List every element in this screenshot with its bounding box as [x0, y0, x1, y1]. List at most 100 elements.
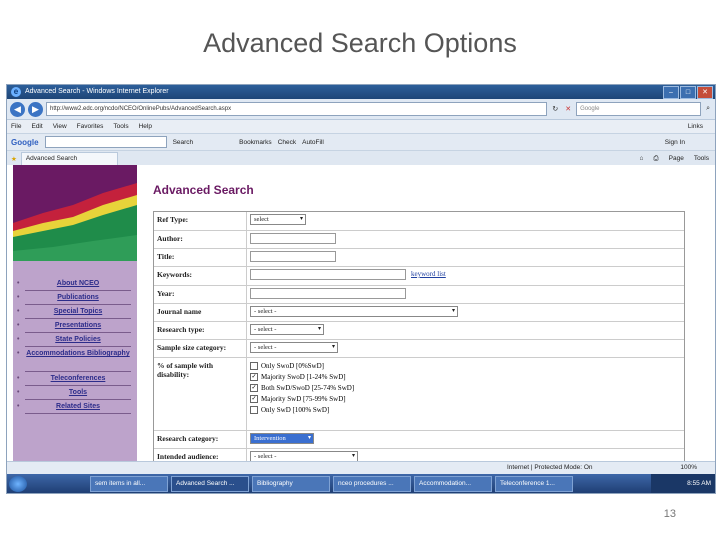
author-input[interactable]	[250, 233, 336, 244]
disability-option[interactable]: ✓ Majority SwoD [1-24% SwD]	[250, 371, 681, 382]
start-button[interactable]	[9, 475, 27, 492]
sidebar-item-state-policies[interactable]: State Policies	[17, 333, 131, 347]
sidebar-item-presentations[interactable]: Presentations	[17, 319, 131, 333]
year-label: Year:	[154, 286, 247, 303]
minimize-button[interactable]: –	[663, 86, 679, 99]
sidebar-item-publications[interactable]: Publications	[17, 291, 131, 305]
page-content: About NCEO Publications Special Topics P…	[7, 165, 715, 466]
keyword-list-link[interactable]: keyword list	[411, 270, 446, 278]
windows-taskbar: sem items in all... Advanced Search ... …	[7, 474, 715, 493]
research-type-value: - select -	[254, 326, 277, 333]
system-clock: 8:55 AM	[651, 474, 715, 493]
zoom-level[interactable]: 100%	[680, 462, 697, 474]
window-title: Advanced Search - Windows Internet Explo…	[25, 88, 169, 95]
stop-icon[interactable]: ✕	[563, 105, 573, 113]
ref-type-value: select	[254, 216, 269, 223]
search-icon[interactable]: ⌕	[704, 105, 712, 113]
audience-value: - select -	[254, 453, 277, 460]
autofill-button[interactable]: AutoFill	[302, 139, 324, 146]
dropdown-arrow-icon: ▾	[351, 453, 355, 459]
status-bar: Internet | Protected Mode: On 100%	[7, 461, 715, 474]
checkbox[interactable]: ✓	[250, 372, 258, 381]
address-row: ◀ ▶ http://www2.edc.org/ncdo/NCEO/Online…	[7, 99, 715, 120]
favorites-star-icon[interactable]: ★	[11, 155, 17, 163]
advanced-search-form: Ref Type: select ▾ Author: Title: Keyword…	[153, 211, 685, 466]
sidebar-item-related-sites[interactable]: Related Sites	[17, 400, 131, 414]
search-main: Advanced Search Ref Type: select ▾ Author…	[149, 165, 689, 466]
menu-tools[interactable]: Tools	[113, 123, 128, 130]
sidebar-item-teleconferences[interactable]: Teleconferences	[17, 372, 131, 386]
disability-option[interactable]: Only SwD [100% SwD]	[250, 404, 681, 415]
address-bar[interactable]: http://www2.edc.org/ncdo/NCEO/OnlinePubs…	[46, 102, 548, 116]
sidebar-item-about[interactable]: About NCEO	[17, 277, 131, 291]
disability-option[interactable]: Only SwoD [0%SwD]	[250, 360, 681, 371]
check-button[interactable]: Check	[278, 139, 296, 146]
home-icon[interactable]: ⌂	[639, 155, 643, 163]
print-icon[interactable]: ⎙	[653, 155, 658, 163]
security-zone: Internet | Protected Mode: On	[507, 464, 593, 471]
tools-menu[interactable]: Tools	[694, 155, 709, 163]
taskbar-item[interactable]: Accommodation...	[414, 475, 492, 492]
dropdown-arrow-icon: ▾	[451, 308, 455, 314]
sidebar-item-tools[interactable]: Tools	[17, 386, 131, 400]
menu-view[interactable]: View	[53, 123, 67, 130]
maximize-button[interactable]: □	[680, 86, 696, 99]
taskbar-item[interactable]: Teleconference 1...	[495, 475, 573, 492]
checkbox[interactable]: ✓	[250, 394, 258, 403]
dropdown-arrow-icon: ▾	[317, 326, 321, 332]
google-search-button[interactable]: Search	[173, 139, 194, 146]
sidebar-item-accommodations[interactable]: Accommodations Bibliography	[17, 347, 131, 372]
sample-size-label: Sample size category:	[154, 340, 247, 357]
year-input[interactable]	[250, 288, 406, 299]
research-category-select[interactable]: Intervention ▾	[250, 433, 314, 444]
journal-label: Journal name	[154, 304, 247, 321]
ref-type-select[interactable]: select ▾	[250, 214, 306, 225]
menu-edit[interactable]: Edit	[31, 123, 42, 130]
journal-select[interactable]: - select - ▾	[250, 306, 458, 317]
checkbox[interactable]	[250, 405, 258, 414]
checkbox[interactable]: ✓	[250, 383, 258, 392]
checkbox-label: Majority SwD [75-99% SwD]	[261, 394, 346, 403]
dropdown-arrow-icon: ▾	[299, 216, 303, 222]
keywords-input[interactable]	[250, 269, 406, 280]
checkbox[interactable]	[250, 361, 258, 370]
disability-option[interactable]: ✓ Majority SwD [75-99% SwD]	[250, 393, 681, 404]
menu-help[interactable]: Help	[139, 123, 152, 130]
close-button[interactable]: ✕	[697, 86, 713, 99]
taskbar-item[interactable]: nceo procedures ...	[333, 475, 411, 492]
browser-search-input[interactable]: Google	[576, 102, 702, 116]
ref-type-label: Ref Type:	[154, 212, 247, 230]
page-menu[interactable]: Page	[669, 155, 684, 163]
forward-button[interactable]: ▶	[28, 101, 43, 117]
page-title: Advanced Search	[153, 183, 254, 197]
ie-logo-icon: e	[11, 87, 21, 97]
taskbar-item[interactable]: sem items in all...	[90, 475, 168, 492]
taskbar-item[interactable]: Advanced Search ...	[171, 475, 249, 492]
menu-file[interactable]: File	[11, 123, 21, 130]
slide-title: Advanced Search Options	[203, 28, 517, 58]
dropdown-arrow-icon: ▾	[307, 435, 311, 441]
checkbox-label: Only SwoD [0%SwD]	[261, 361, 324, 370]
tab-advanced-search[interactable]: Advanced Search	[20, 152, 119, 166]
links-button[interactable]: Links	[688, 123, 703, 130]
title-input[interactable]	[250, 251, 336, 262]
keywords-label: Keywords:	[154, 267, 247, 285]
sample-size-select[interactable]: - select - ▾	[250, 342, 338, 353]
research-type-select[interactable]: - select - ▾	[250, 324, 324, 335]
research-type-label: Research type:	[154, 322, 247, 339]
page-number: 13	[663, 508, 676, 520]
author-label: Author:	[154, 231, 247, 248]
google-search-input[interactable]	[44, 136, 167, 148]
research-category-value: Intervention	[254, 435, 286, 442]
disability-option[interactable]: ✓ Both SwD/SwoD [25-74% SwD]	[250, 382, 681, 393]
sample-size-value: - select -	[254, 344, 277, 351]
journal-value: - select -	[254, 308, 277, 315]
sign-in-button[interactable]: Sign In	[665, 139, 685, 146]
back-button[interactable]: ◀	[10, 101, 25, 117]
menu-favorites[interactable]: Favorites	[77, 123, 104, 130]
taskbar-item[interactable]: Bibliography	[252, 475, 330, 492]
disability-label: % of sample with disability:	[154, 358, 247, 430]
bookmarks-button[interactable]: Bookmarks	[239, 139, 272, 146]
sidebar-item-special-topics[interactable]: Special Topics	[17, 305, 131, 319]
refresh-icon[interactable]: ↻	[550, 105, 560, 113]
